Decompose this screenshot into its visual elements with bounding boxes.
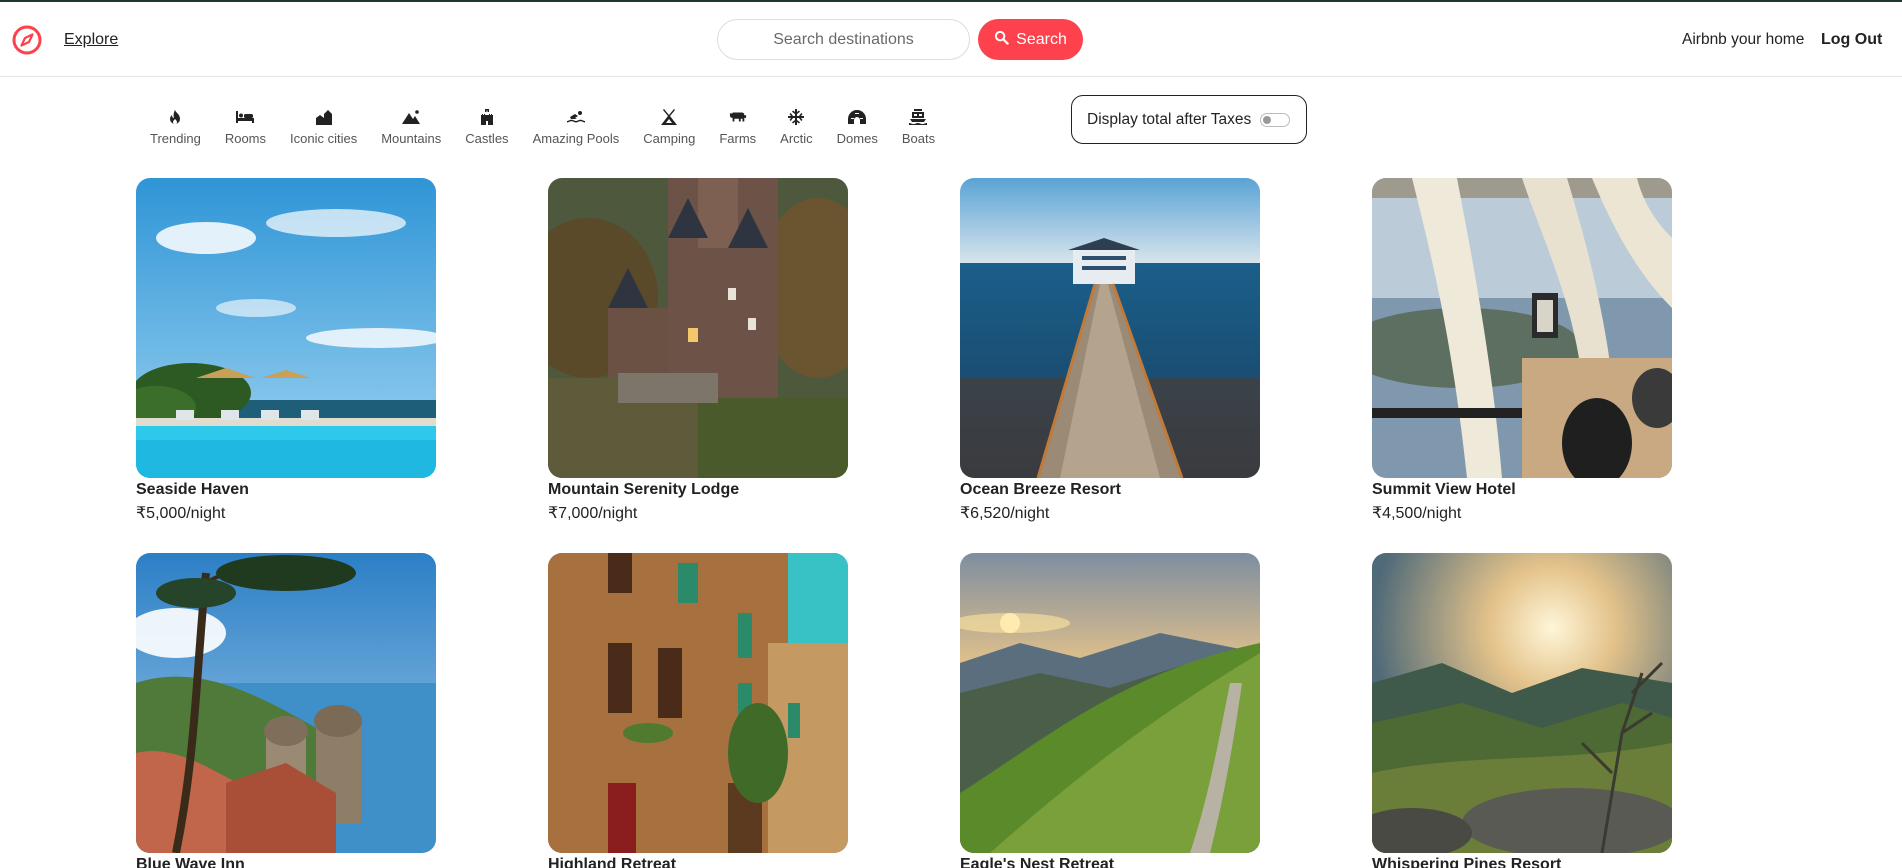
filter-boats[interactable]: Boats xyxy=(902,108,935,152)
castle-icon xyxy=(477,108,497,126)
listing-photo[interactable] xyxy=(136,178,436,478)
filter-label: Amazing Pools xyxy=(532,131,620,146)
listing-title: Ocean Breeze Resort xyxy=(960,481,1121,498)
filter-farms[interactable]: Farms xyxy=(719,108,756,152)
search-input[interactable] xyxy=(717,19,970,60)
listing-card[interactable]: Ocean Breeze Resort ₹6,520/night xyxy=(960,178,1260,523)
mountain-icon xyxy=(401,108,421,126)
listing-price: ₹7,000/night xyxy=(548,505,638,522)
search-button-label: Search xyxy=(1016,30,1067,48)
filter-label: Castles xyxy=(465,131,509,146)
snowflake-icon xyxy=(786,108,806,126)
filter-label: Domes xyxy=(836,131,878,146)
explore-link[interactable]: Explore xyxy=(64,31,118,49)
airbnb-your-home-link[interactable]: Airbnb your home xyxy=(1682,31,1804,49)
filter-arctic[interactable]: Arctic xyxy=(780,108,813,152)
listing-title: Whispering Pines Resort xyxy=(1372,856,1562,868)
search-button[interactable]: Search xyxy=(978,19,1083,60)
listing-card[interactable]: Seaside Haven ₹5,000/night xyxy=(136,178,436,523)
ferry-icon xyxy=(908,108,928,126)
listing-title: Seaside Haven xyxy=(136,481,249,498)
fire-icon xyxy=(165,108,185,126)
tax-toggle[interactable]: Display total after Taxes xyxy=(1071,95,1307,144)
listing-photo[interactable] xyxy=(548,553,848,853)
category-filters: Trending Rooms Iconic cities Mountains C… xyxy=(150,108,959,152)
filter-domes[interactable]: Domes xyxy=(837,108,878,152)
listing-card[interactable]: Mountain Serenity Lodge ₹7,000/night xyxy=(548,178,848,523)
filter-iconic-cities[interactable]: Iconic cities xyxy=(290,108,357,152)
listing-price: ₹6,520/night xyxy=(960,505,1050,522)
filter-mountains[interactable]: Mountains xyxy=(381,108,441,152)
log-out-link[interactable]: Log Out xyxy=(1821,31,1882,49)
listing-card[interactable]: Blue Wave Inn xyxy=(136,553,436,868)
listing-title: Blue Wave Inn xyxy=(136,856,245,868)
filter-castles[interactable]: Castles xyxy=(465,108,509,152)
bed-icon xyxy=(235,108,255,126)
filter-camping[interactable]: Camping xyxy=(643,108,695,152)
swimmer-icon xyxy=(566,108,586,126)
navbar: Explore Search Airbnb your home Log Out xyxy=(0,2,1902,77)
filter-label: Boats xyxy=(901,131,936,146)
compass-icon[interactable] xyxy=(11,24,43,56)
listing-price: ₹4,500/night xyxy=(1372,505,1462,522)
listing-card[interactable]: Whispering Pines Resort xyxy=(1372,553,1672,868)
listing-card[interactable]: Summit View Hotel ₹4,500/night xyxy=(1372,178,1672,523)
listing-photo[interactable] xyxy=(960,553,1260,853)
listing-price: ₹5,000/night xyxy=(136,505,226,522)
listing-title: Summit View Hotel xyxy=(1372,481,1516,498)
filter-label: Rooms xyxy=(224,131,267,146)
listing-photo[interactable] xyxy=(1372,553,1672,853)
tax-toggle-label: Display total after Taxes xyxy=(1087,110,1252,128)
filter-label: Mountains xyxy=(381,131,442,146)
city-icon xyxy=(314,108,334,126)
filter-trending[interactable]: Trending xyxy=(150,108,201,152)
cow-icon xyxy=(728,108,748,126)
igloo-icon xyxy=(847,108,867,126)
filter-label: Iconic cities xyxy=(290,131,358,146)
filter-label: Camping xyxy=(643,131,696,146)
listing-title: Highland Retreat xyxy=(548,856,677,868)
filter-amazing-pools[interactable]: Amazing Pools xyxy=(532,108,620,152)
tent-icon xyxy=(659,108,679,126)
listing-title: Eagle's Nest Retreat xyxy=(960,856,1115,868)
listing-photo[interactable] xyxy=(548,178,848,478)
tax-switch[interactable] xyxy=(1260,112,1291,127)
listing-title: Mountain Serenity Lodge xyxy=(548,481,740,498)
filter-label: Trending xyxy=(150,131,201,146)
listing-photo[interactable] xyxy=(1372,178,1672,478)
switch-knob xyxy=(1263,115,1272,124)
search-icon xyxy=(994,30,1009,50)
filter-label: Arctic xyxy=(780,131,813,146)
listing-photo[interactable] xyxy=(960,178,1260,478)
listing-photo[interactable] xyxy=(136,553,436,853)
listing-card[interactable]: Highland Retreat xyxy=(548,553,848,868)
filter-rooms[interactable]: Rooms xyxy=(225,108,266,152)
filter-label: Farms xyxy=(719,131,757,146)
listing-card[interactable]: Eagle's Nest Retreat xyxy=(960,553,1260,868)
